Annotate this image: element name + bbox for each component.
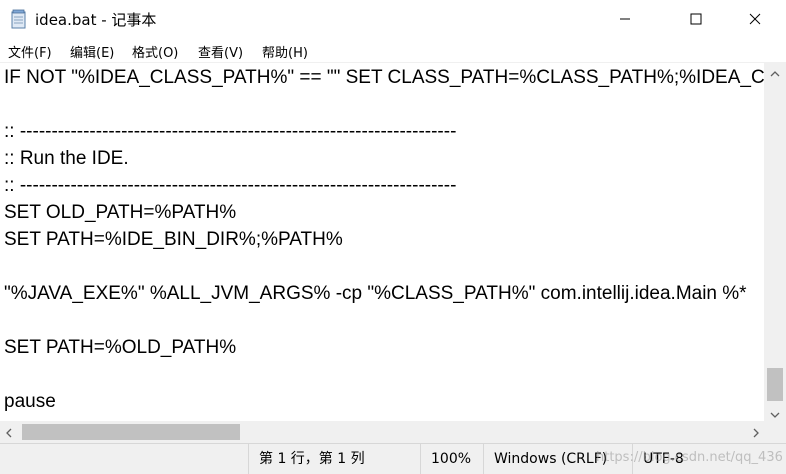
close-button[interactable] <box>732 0 778 38</box>
editor-line: "%JAVA_EXE%" %ALL_JVM_ARGS% -cp "%CLASS_… <box>4 283 747 304</box>
vertical-scroll-thumb[interactable] <box>767 368 783 401</box>
maximize-icon <box>690 13 702 25</box>
watermark: https://blog.csdn.net/qq_43601784 <box>596 450 782 465</box>
menu-format[interactable]: 格式(O) <box>132 42 178 61</box>
editor-line: :: -------------------------------------… <box>4 175 457 196</box>
scrollbar-corner <box>764 421 786 443</box>
close-icon <box>749 13 761 25</box>
chevron-right-icon <box>753 423 759 442</box>
text-editor[interactable]: IF NOT "%IDEA_CLASS_PATH%" == "" SET CLA… <box>0 63 764 421</box>
maximize-button[interactable] <box>673 0 719 38</box>
line-ending: Windows (CRLF) <box>483 444 607 474</box>
notepad-icon <box>10 9 28 29</box>
chevron-up-icon <box>770 62 780 81</box>
scroll-right-button[interactable] <box>747 421 764 443</box>
editor-line: IF NOT "%IDEA_CLASS_PATH%" == "" SET CLA… <box>4 67 764 88</box>
editor-line: SET PATH=%IDE_BIN_DIR%;%PATH% <box>4 229 343 250</box>
vertical-scrollbar[interactable] <box>764 63 786 421</box>
horizontal-scroll-thumb[interactable] <box>22 424 240 440</box>
minimize-icon <box>619 13 631 25</box>
editor-line: :: -------------------------------------… <box>4 121 457 142</box>
horizontal-scrollbar[interactable] <box>0 421 764 443</box>
chevron-down-icon <box>770 403 780 422</box>
menu-file[interactable]: 文件(F) <box>8 42 52 61</box>
menu-view[interactable]: 查看(V) <box>198 42 243 61</box>
menu-bar: 文件(F) 编辑(E) 格式(O) 查看(V) 帮助(H) <box>0 38 786 63</box>
editor-line: SET PATH=%OLD_PATH% <box>4 337 237 358</box>
editor-line: pause <box>4 391 56 412</box>
zoom-level: 100% <box>420 444 471 474</box>
title-bar[interactable]: idea.bat - 记事本 <box>0 0 786 38</box>
scroll-down-button[interactable] <box>764 404 786 421</box>
cursor-position: 第 1 行，第 1 列 <box>248 444 365 474</box>
editor-line: :: Run the IDE. <box>4 148 129 169</box>
scroll-up-button[interactable] <box>764 63 786 80</box>
scroll-left-button[interactable] <box>0 421 17 443</box>
editor-line: SET OLD_PATH=%PATH% <box>4 202 237 223</box>
window-title: idea.bat - 记事本 <box>35 11 157 29</box>
menu-edit[interactable]: 编辑(E) <box>70 42 114 61</box>
menu-help[interactable]: 帮助(H) <box>262 42 308 61</box>
chevron-left-icon <box>5 423 12 442</box>
minimize-button[interactable] <box>602 0 648 38</box>
